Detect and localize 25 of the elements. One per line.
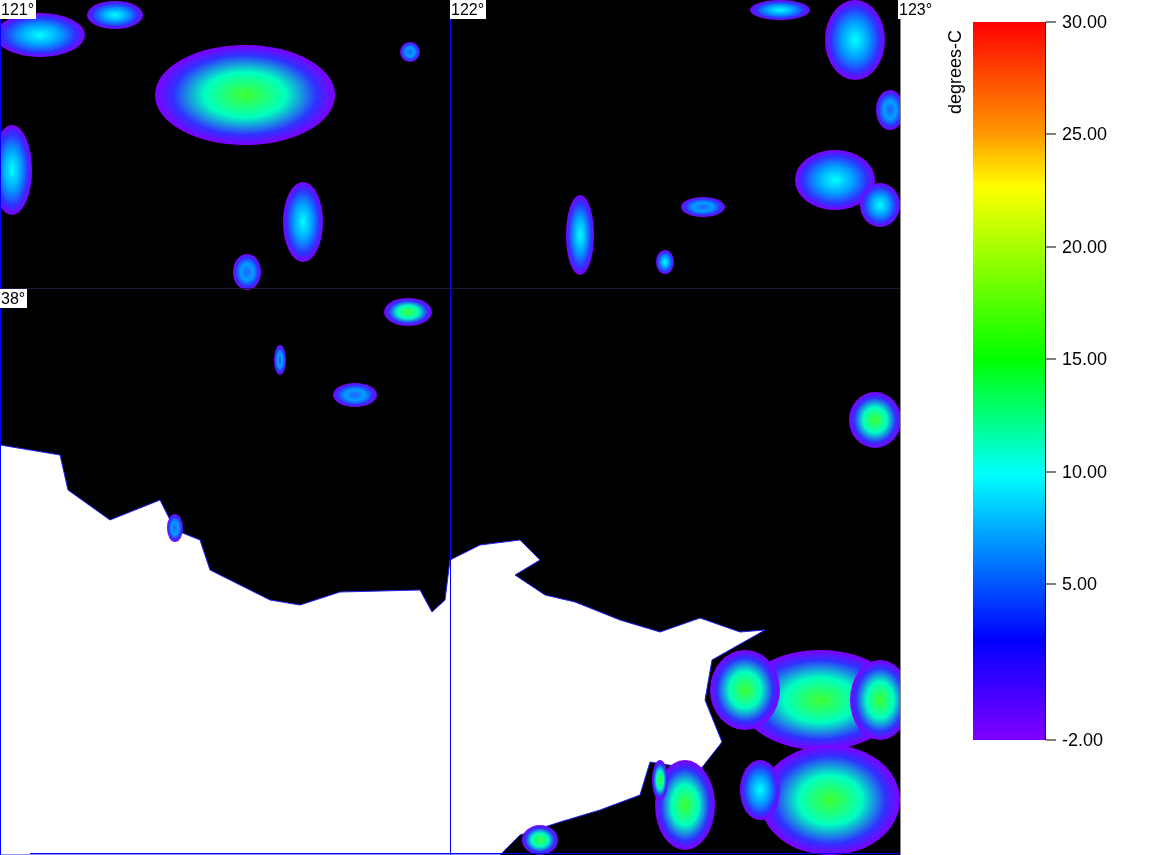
temperature-patch [384, 298, 432, 326]
temperature-patch [167, 514, 183, 542]
temperature-patch [87, 1, 143, 29]
longitude-label: 123° [898, 0, 935, 19]
temperature-patch [233, 254, 261, 290]
temperature-patch [849, 392, 901, 448]
tick-label: 20.00 [1062, 236, 1108, 258]
temperature-patch [656, 250, 674, 274]
temperature-patch [681, 197, 725, 217]
temperature-patch [333, 383, 377, 407]
tick-label: 30.00 [1062, 11, 1108, 33]
tick-label: -2.00 [1062, 729, 1104, 751]
latitude-label: 38° [0, 289, 28, 308]
tick-label: 10.00 [1062, 461, 1108, 483]
temperature-patch [876, 90, 901, 130]
tick-label: 25.00 [1062, 123, 1108, 145]
temperature-patch [274, 345, 286, 375]
temperature-patch [750, 0, 810, 20]
longitude-label: 122° [450, 0, 487, 19]
colorbar-title: degrees-C [945, 29, 966, 114]
temperature-patch [400, 42, 420, 62]
tick-label: 5.00 [1062, 573, 1098, 595]
longitude-label: 121° [0, 0, 37, 19]
temperature-patch [522, 825, 558, 855]
tick-label: 15.00 [1062, 348, 1108, 370]
